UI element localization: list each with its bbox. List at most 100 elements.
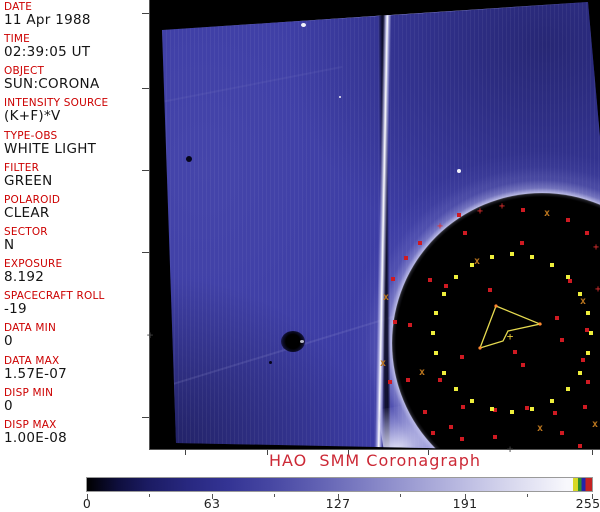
meta-row-filter: FILTERGREEN — [4, 163, 148, 195]
field-value: CLEAR — [4, 206, 148, 221]
red-fiducial-dot — [391, 277, 395, 281]
yellow-fiducial-dot — [566, 387, 570, 391]
colorbar-minor-tick — [149, 494, 150, 497]
yellow-fiducial-dot — [490, 255, 494, 259]
red-fiducial-dot — [406, 378, 410, 382]
red-fiducial-dot — [525, 406, 529, 410]
red-fiducial-dot — [423, 410, 427, 414]
yellow-fiducial-dot — [578, 371, 582, 375]
colorbar-minor-tick — [527, 494, 528, 497]
field-value: WHITE LIGHT — [4, 142, 148, 157]
red-fiducial-dot — [555, 316, 559, 320]
yellow-fiducial-dot — [470, 399, 474, 403]
white-speck — [457, 169, 461, 173]
red-fiducial-dot — [418, 241, 422, 245]
yellow-fiducial-dot — [586, 311, 590, 315]
left-axis-tick — [142, 13, 149, 14]
yellow-fiducial-dot — [550, 399, 554, 403]
field-value: -19 — [4, 302, 148, 317]
red-fiducial-dot — [520, 241, 524, 245]
red-fiducial-dot — [408, 323, 412, 327]
meta-row-time: TIME02:39:05 UT — [4, 34, 148, 66]
orange-x-marker: x — [380, 359, 386, 369]
white-speck — [339, 96, 341, 98]
red-fiducial-dot — [431, 431, 435, 435]
left-axis-tick — [142, 252, 149, 253]
left-axis-tick — [142, 170, 149, 171]
red-fiducial-dot — [449, 425, 453, 429]
colorbar-tick-label: 191 — [453, 496, 478, 511]
colorbar-minor-tick — [400, 494, 401, 497]
field-value: (K+F)*V — [4, 109, 148, 124]
colorbar-tick-label: 255 — [576, 496, 600, 511]
field-label: TYPE-OBS — [4, 131, 148, 142]
field-value: SUN:CORONA — [4, 77, 148, 92]
meta-row-polaroid: POLAROIDCLEAR — [4, 195, 148, 227]
red-fiducial-dot — [404, 256, 408, 260]
field-label: DATA MIN — [4, 323, 148, 334]
yellow-fiducial-dot — [586, 351, 590, 355]
plot-title: HAO SMM Coronagraph — [150, 451, 600, 470]
field-value: N — [4, 238, 148, 253]
red-fiducial-dot — [581, 358, 585, 362]
pylon-top-saturation — [367, 0, 395, 13]
field-label: DISP MIN — [4, 388, 148, 399]
meta-row-data-max: DATA MAX1.57E-07 — [4, 356, 148, 388]
red-fiducial-dot — [457, 213, 461, 217]
left-axis-tick — [142, 88, 149, 89]
red-fiducial-dot — [566, 218, 570, 222]
bottom-axis — [149, 449, 600, 450]
red-fiducial-dot — [488, 288, 492, 292]
colorbar-minor-tick — [274, 494, 275, 497]
orange-x-marker: x — [580, 297, 586, 307]
yellow-fiducial-dot — [589, 331, 593, 335]
field-value: 0 — [4, 334, 148, 349]
field-label: SECTOR — [4, 227, 148, 238]
colorbar — [86, 477, 593, 492]
red-fiducial-dot — [521, 363, 525, 367]
red-fiducial-dot — [513, 350, 517, 354]
red-fiducial-dot — [568, 279, 572, 283]
dark-speck — [269, 361, 272, 364]
orange-x-marker: x — [383, 293, 389, 303]
meta-row-type-obs: TYPE-OBSWHITE LIGHT — [4, 131, 148, 163]
left-axis-sun-marker: + — [147, 330, 154, 341]
field-value: 8.192 — [4, 270, 148, 285]
yellow-fiducial-dot — [434, 311, 438, 315]
field-value: 0 — [4, 399, 148, 414]
red-fiducial-dot — [460, 437, 464, 441]
yellow-fiducial-dot — [454, 275, 458, 279]
orange-x-marker: x — [592, 420, 598, 430]
white-speck — [301, 23, 306, 27]
red-fiducial-dot — [428, 278, 432, 282]
field-value: GREEN — [4, 174, 148, 189]
left-axis — [149, 0, 150, 450]
meta-row-data-min: DATA MIN0 — [4, 323, 148, 355]
meta-row-disp-min: DISP MIN0 — [4, 388, 148, 420]
red-fiducial-dot — [393, 320, 397, 324]
yellow-fiducial-dot — [550, 263, 554, 267]
meta-row-sector: SECTORN — [4, 227, 148, 259]
metadata-panel: DATE11 Apr 1988 TIME02:39:05 UT OBJECTSU… — [4, 2, 148, 452]
red-fiducial-dot — [560, 338, 564, 342]
field-label: DATA MAX — [4, 356, 148, 367]
yellow-fiducial-dot — [566, 275, 570, 279]
orange-x-marker: x — [537, 424, 543, 434]
red-fiducial-dot — [461, 405, 465, 409]
yellow-fiducial-dot — [431, 331, 435, 335]
red-fiducial-dot — [583, 405, 587, 409]
red-fiducial-dot — [578, 444, 582, 448]
yellow-fiducial-dot — [510, 252, 514, 256]
red-plus-marker: + — [595, 285, 600, 295]
meta-row-spacecraft-roll: SPACECRAFT ROLL-19 — [4, 291, 148, 323]
yellow-fiducial-dot — [454, 387, 458, 391]
field-value: 11 Apr 1988 — [4, 13, 148, 28]
red-plus-marker: + — [593, 243, 599, 253]
meta-row-intensity-source: INTENSITY SOURCE(K+F)*V — [4, 98, 148, 130]
coronagraph-image: +++++xxxxxxxx + — [150, 0, 600, 449]
left-axis-tick — [142, 417, 149, 418]
red-plus-marker: + — [499, 202, 505, 212]
red-fiducial-dot — [585, 231, 589, 235]
red-fiducial-dot — [444, 284, 448, 288]
field-value: 1.57E-07 — [4, 367, 148, 382]
